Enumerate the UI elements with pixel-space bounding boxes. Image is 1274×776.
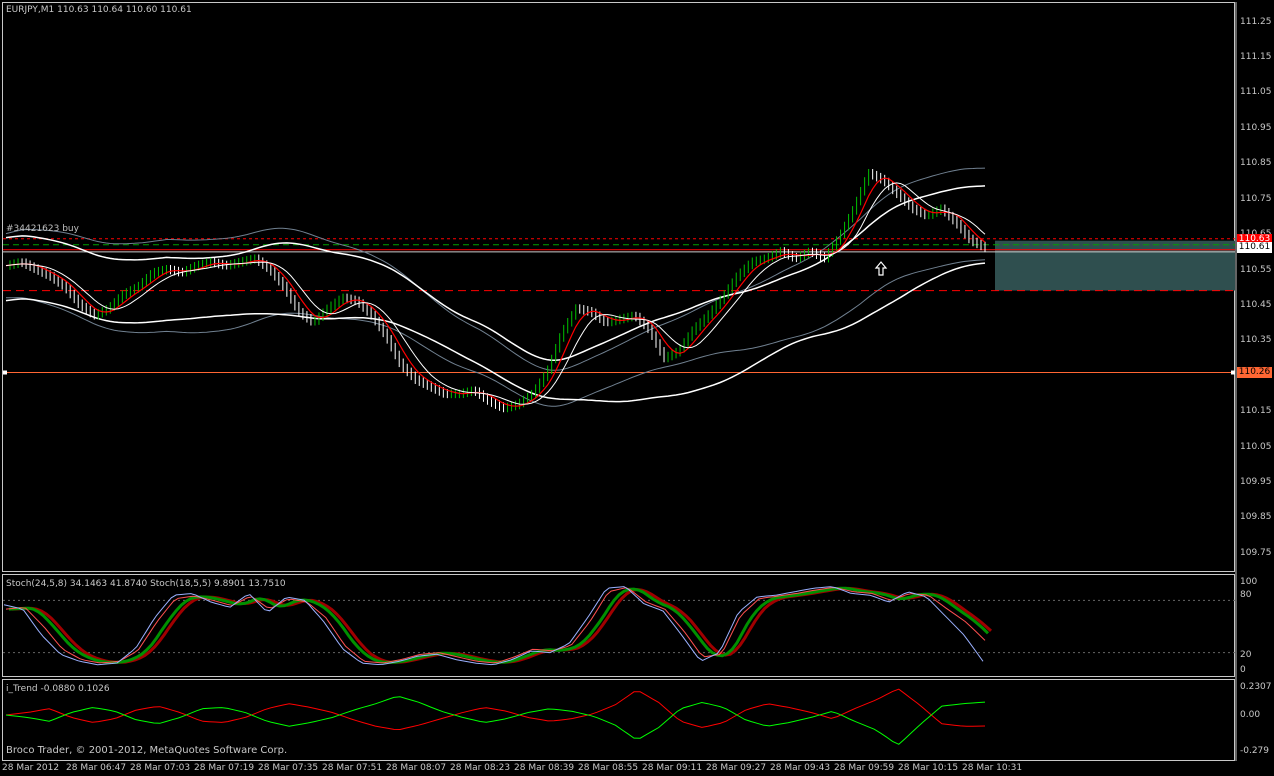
level-price-tag: 110.26 [1237,367,1272,378]
time-tick: 28 Mar 08:55 [578,763,639,773]
price-tick: 110.35 [1240,335,1272,345]
price-tick: 110.15 [1240,406,1272,416]
bollinger-upper-line [5,167,986,371]
price-tick: 109.95 [1240,477,1272,487]
trend-tick: 0.2307 [1240,682,1272,692]
slow-ma-upper-line [5,185,986,362]
stoch-tick: 100 [1240,577,1258,587]
price-tick: 110.05 [1240,442,1272,452]
time-tick: 28 Mar 09:59 [834,763,895,773]
stoch-tick: 80 [1240,590,1252,600]
trend-green-line [5,696,986,745]
level-anchor-left [3,370,7,375]
price-tick: 111.05 [1240,87,1272,97]
order-label: #34421623 buy [6,224,79,234]
stoch-main-line [5,587,986,664]
stoch-tick: 0 [1240,665,1246,675]
time-tick: 28 Mar 10:15 [898,763,959,773]
time-tick: 28 Mar 10:31 [962,763,1023,773]
bid-price-tag: 110.61 [1237,242,1272,253]
price-tick: 111.15 [1240,52,1272,62]
price-tick: 111.25 [1240,17,1272,27]
time-tick: 28 Mar 08:39 [514,763,575,773]
time-tick: 28 Mar 07:51 [322,763,383,773]
price-tick: 110.45 [1240,300,1272,310]
trend-red-line [5,688,986,731]
medium-ma-line [5,182,986,405]
time-tick: 28 Mar 09:27 [706,763,767,773]
trend-tick: 0.00 [1240,710,1261,720]
time-tick: 28 Mar 07:03 [130,763,191,773]
price-tick: 109.75 [1240,548,1272,558]
stochastic-label: Stoch(24,5,8) 34.1463 41.8740 Stoch(18,5… [6,579,286,589]
price-tick: 110.95 [1240,123,1272,133]
take-profit-zone [995,240,1235,291]
fast-ma-line [5,177,986,407]
copyright-label: Broco Trader, © 2001-2012, MetaQuotes So… [6,745,288,756]
buy-arrow-icon [874,261,888,276]
price-tick: 110.75 [1240,194,1272,204]
trend-label: i_Trend -0.0880 0.1026 [6,684,110,694]
trend-tick: -0.279 [1240,746,1270,756]
stoch-signal-green [8,586,990,664]
chart-canvas[interactable] [0,0,1274,776]
time-tick: 28 Mar 09:11 [642,763,703,773]
time-tick: 28 Mar 09:43 [770,763,831,773]
time-tick: 28 Mar 07:35 [258,763,319,773]
stoch-tick: 20 [1240,650,1252,660]
time-tick: 28 Mar 08:23 [450,763,511,773]
price-tick: 110.55 [1240,265,1272,275]
price-axis[interactable]: 111.25 111.15 111.05 110.95 110.85 110.7… [1236,2,1274,572]
stoch-signal-red [11,586,993,664]
price-tick: 110.85 [1240,158,1272,168]
symbol-info-label: EURJPY,M1 110.63 110.64 110.60 110.61 [6,5,192,15]
time-tick: 28 Mar 06:47 [66,763,127,773]
level-anchor-right [1231,370,1235,375]
time-tick: 28 Mar 2012 [2,763,60,773]
time-tick: 28 Mar 08:07 [386,763,447,773]
price-tick: 109.85 [1240,512,1272,522]
time-tick: 28 Mar 07:19 [194,763,255,773]
